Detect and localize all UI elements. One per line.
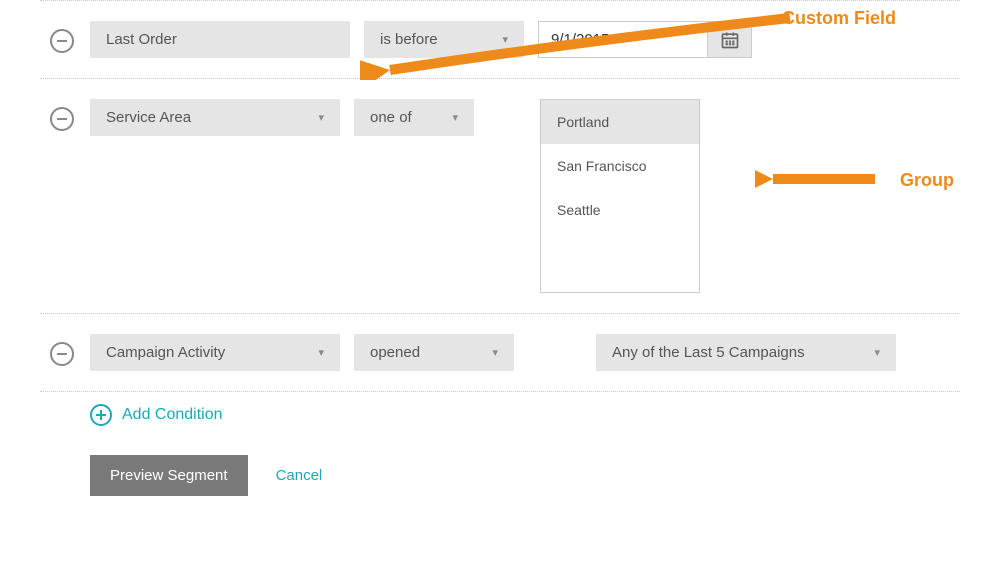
operator-dropdown[interactable]: is before ▾ (364, 21, 524, 58)
operator-dropdown-label: one of (370, 109, 412, 126)
cancel-link[interactable]: Cancel (276, 467, 323, 484)
field-dropdown-label: Last Order (106, 31, 177, 48)
condition-row: Service Area ▾ one of ▾ Portland San Fra… (40, 79, 960, 313)
operator-dropdown-label: is before (380, 31, 438, 48)
value-listbox[interactable]: Portland San Francisco Seattle (540, 99, 700, 293)
remove-condition-button[interactable] (50, 29, 74, 53)
add-condition-button[interactable]: Add Condition (90, 404, 223, 426)
calendar-button[interactable] (708, 21, 752, 58)
condition-row: Last Order is before ▾ (40, 1, 960, 78)
chevron-down-icon: ▾ (318, 111, 324, 124)
date-input-group (538, 21, 752, 58)
date-input[interactable] (538, 21, 708, 58)
field-dropdown[interactable]: Service Area ▾ (90, 99, 340, 136)
scope-dropdown[interactable]: Any of the Last 5 Campaigns ▾ (596, 334, 896, 371)
operator-dropdown-label: opened (370, 344, 420, 361)
remove-condition-button[interactable] (50, 107, 74, 131)
remove-condition-button[interactable] (50, 342, 74, 366)
chevron-down-icon: ▾ (318, 346, 324, 359)
calendar-icon (720, 30, 740, 50)
operator-dropdown[interactable]: opened ▾ (354, 334, 514, 371)
plus-circle-icon (90, 404, 112, 426)
condition-row: Campaign Activity ▾ opened ▾ Any of the … (40, 314, 960, 391)
chevron-down-icon: ▾ (452, 111, 458, 124)
field-dropdown[interactable]: Campaign Activity ▾ (90, 334, 340, 371)
chevron-down-icon: ▾ (874, 346, 880, 359)
field-dropdown-label: Campaign Activity (106, 344, 225, 361)
preview-segment-button[interactable]: Preview Segment (90, 455, 248, 496)
add-condition-label: Add Condition (122, 406, 223, 424)
chevron-down-icon: ▾ (502, 33, 508, 46)
list-item[interactable]: San Francisco (541, 144, 699, 188)
chevron-down-icon: ▾ (492, 346, 498, 359)
field-dropdown[interactable]: Last Order (90, 21, 350, 58)
scope-dropdown-label: Any of the Last 5 Campaigns (612, 344, 805, 361)
field-dropdown-label: Service Area (106, 109, 191, 126)
operator-dropdown[interactable]: one of ▾ (354, 99, 474, 136)
list-item[interactable]: Seattle (541, 188, 699, 232)
list-item[interactable]: Portland (541, 100, 699, 144)
